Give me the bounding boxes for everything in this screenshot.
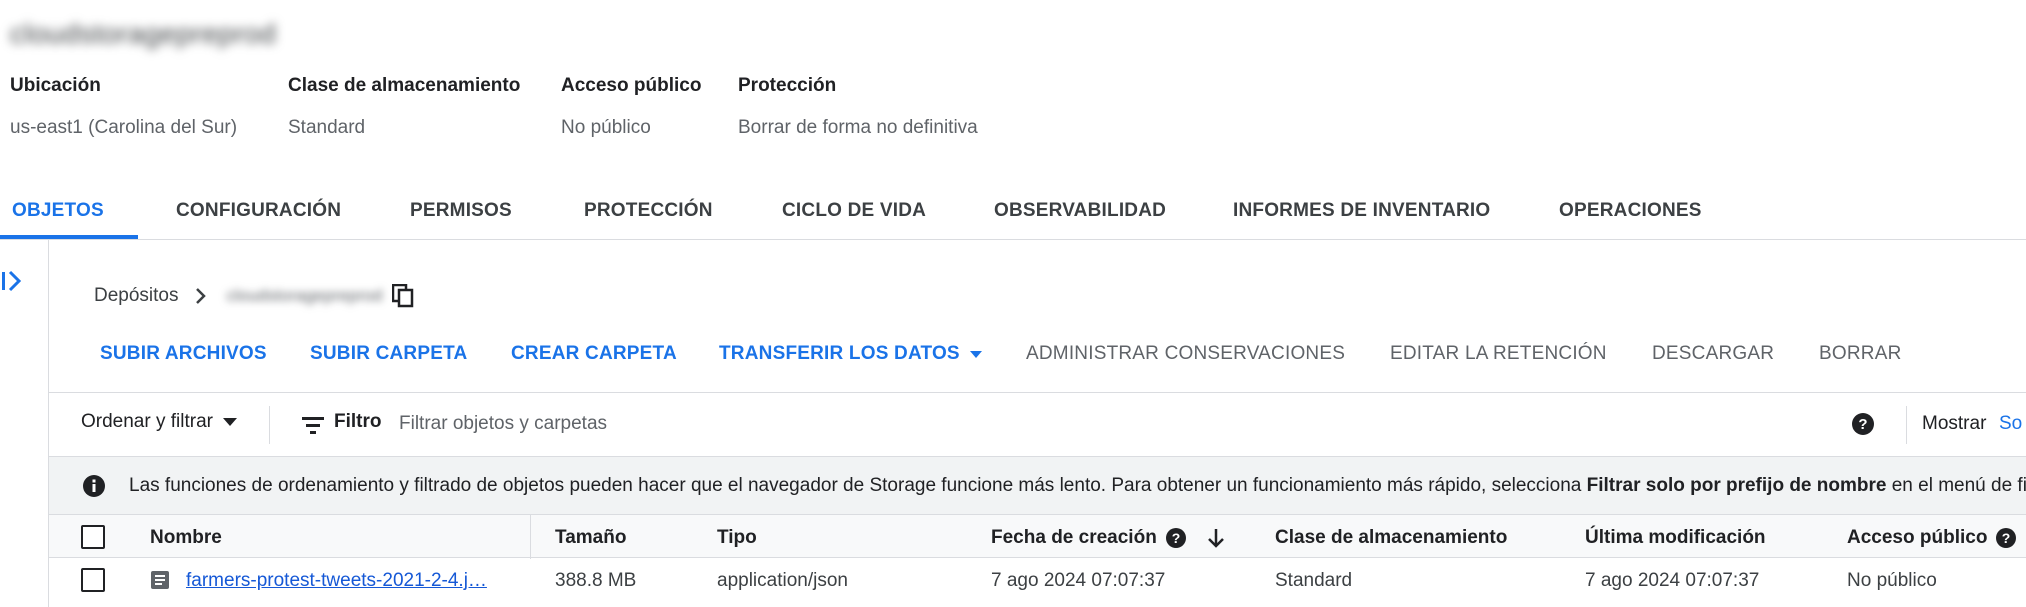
- table-header: Nombre Tamaño Tipo Fecha de creación ? C…: [49, 514, 2026, 559]
- info-banner: Las funciones de ordenamiento y filtrado…: [49, 456, 2026, 514]
- sort-filter-label: Ordenar y filtrar: [81, 411, 213, 432]
- meta-value: us-east1 (Carolina del Sur): [10, 117, 238, 138]
- column-header-public-access[interactable]: Acceso público ?: [1847, 527, 2017, 549]
- object-public-access: No público: [1847, 570, 1937, 591]
- transfer-data-label: TRANSFERIR LOS DATOS: [719, 343, 960, 364]
- meta-storage-class: Clase de almacenamiento Standard: [288, 75, 520, 139]
- column-label: Tipo: [717, 527, 757, 548]
- filter-icon[interactable]: [301, 415, 325, 435]
- column-header-modified[interactable]: Última modificación: [1585, 527, 1766, 549]
- delete-button[interactable]: BORRAR: [1819, 343, 1902, 365]
- upload-files-button[interactable]: SUBIR ARCHIVOS: [100, 343, 267, 365]
- meta-value: Borrar de forma no definitiva: [738, 117, 978, 138]
- show-label: Mostrar: [1922, 413, 1987, 434]
- column-resize-handle[interactable]: [530, 515, 531, 559]
- create-folder-label: CREAR CARPETA: [511, 343, 677, 364]
- bucket-title: cloudstoragepreprod: [10, 18, 277, 49]
- chevron-right-icon: [195, 288, 206, 304]
- object-created: 7 ago 2024 07:07:37: [991, 570, 1166, 591]
- column-header-size[interactable]: Tamaño: [555, 527, 626, 549]
- column-header-type[interactable]: Tipo: [717, 527, 757, 549]
- help-icon[interactable]: ?: [1165, 527, 1187, 549]
- column-label: Acceso público: [1847, 527, 1988, 548]
- table-row: farmers-protest-tweets-2021-2-4.j… 388.8…: [49, 558, 2026, 602]
- file-icon: [151, 571, 169, 589]
- select-all-checkbox[interactable]: [81, 525, 105, 549]
- edit-retention-button[interactable]: EDITAR LA RETENCIÓN: [1390, 343, 1607, 365]
- meta-label: Clase de almacenamiento: [288, 75, 521, 96]
- breadcrumb: Depósitos cloudstoragepreprod: [94, 284, 414, 308]
- column-header-name[interactable]: Nombre: [150, 527, 222, 549]
- svg-text:?: ?: [2002, 530, 2011, 546]
- divider: [1906, 406, 1907, 444]
- expand-panel-icon[interactable]: [0, 268, 26, 294]
- row-checkbox[interactable]: [81, 568, 105, 592]
- manage-holds-label: ADMINISTRAR CONSERVACIONES: [1026, 343, 1346, 364]
- meta-label: Acceso público: [561, 75, 702, 96]
- transfer-data-button[interactable]: TRANSFERIR LOS DATOS: [719, 343, 982, 365]
- object-storage-class: Standard: [1275, 570, 1353, 591]
- manage-holds-button[interactable]: ADMINISTRAR CONSERVACIONES: [1026, 343, 1345, 365]
- edit-retention-label: EDITAR LA RETENCIÓN: [1390, 343, 1607, 364]
- column-header-storage-class[interactable]: Clase de almacenamiento: [1275, 527, 1507, 549]
- info-banner-text: Las funciones de ordenamiento y filtrado…: [129, 475, 2026, 497]
- column-header-created[interactable]: Fecha de creación ?: [991, 527, 1227, 549]
- meta-value: Standard: [288, 117, 366, 138]
- tab-operations[interactable]: OPERACIONES: [1559, 185, 1702, 240]
- tab-permissions[interactable]: PERMISOS: [410, 185, 512, 240]
- meta-location: Ubicación us-east1 (Carolina del Sur): [10, 75, 237, 139]
- divider: [269, 406, 270, 444]
- delete-label: BORRAR: [1819, 343, 1902, 364]
- info-icon: [83, 475, 105, 497]
- svg-text:?: ?: [1172, 530, 1181, 546]
- svg-text:?: ?: [1858, 416, 1867, 433]
- tab-inventory-reports[interactable]: INFORMES DE INVENTARIO: [1233, 185, 1490, 240]
- info-text-emphasis: Filtrar solo por prefijo de nombre: [1586, 475, 1887, 496]
- download-label: DESCARGAR: [1652, 343, 1775, 364]
- tab-configuration[interactable]: CONFIGURACIÓN: [176, 185, 341, 240]
- help-icon[interactable]: ?: [1995, 527, 2017, 549]
- show-option-link[interactable]: So: [1999, 413, 2022, 435]
- breadcrumb-current: cloudstoragepreprod: [226, 286, 383, 305]
- sort-filter-dropdown[interactable]: Ordenar y filtrar: [81, 411, 237, 433]
- dropdown-caret-icon: [969, 350, 982, 358]
- info-text-part: Las funciones de ordenamiento y filtrado…: [129, 475, 1587, 496]
- object-modified: 7 ago 2024 07:07:37: [1585, 570, 1760, 591]
- filter-bar: Ordenar y filtrar Filtro ? Mostrar So: [49, 392, 2026, 455]
- tab-objects[interactable]: OBJETOS: [12, 185, 104, 240]
- copy-icon[interactable]: [392, 284, 414, 308]
- tab-observability[interactable]: OBSERVABILIDAD: [994, 185, 1166, 240]
- filter-input[interactable]: [399, 403, 1399, 445]
- column-label: Clase de almacenamiento: [1275, 527, 1508, 548]
- active-tab-indicator: [0, 235, 138, 239]
- tab-bar: OBJETOS CONFIGURACIÓN PERMISOS PROTECCIÓ…: [0, 185, 2026, 240]
- column-label: Última modificación: [1585, 527, 1766, 548]
- tab-protection[interactable]: PROTECCIÓN: [584, 185, 713, 240]
- download-button[interactable]: DESCARGAR: [1652, 343, 1774, 365]
- meta-public-access: Acceso público No público: [561, 75, 701, 139]
- tab-lifecycle[interactable]: CICLO DE VIDA: [782, 185, 926, 240]
- help-icon[interactable]: ?: [1851, 412, 1875, 436]
- column-label: Nombre: [150, 527, 222, 548]
- object-type: application/json: [717, 570, 848, 591]
- object-name-link[interactable]: farmers-protest-tweets-2021-2-4.j…: [186, 570, 487, 592]
- breadcrumb-root[interactable]: Depósitos: [94, 285, 179, 307]
- upload-folder-label: SUBIR CARPETA: [310, 343, 468, 364]
- meta-label: Ubicación: [10, 75, 101, 96]
- object-size: 388.8 MB: [555, 570, 637, 591]
- meta-label: Protección: [738, 75, 837, 96]
- create-folder-button[interactable]: CREAR CARPETA: [511, 343, 677, 365]
- column-label: Tamaño: [555, 527, 627, 548]
- sort-arrow-down-icon[interactable]: [1205, 527, 1227, 549]
- meta-value: No público: [561, 117, 651, 138]
- column-label: Fecha de creación: [991, 527, 1157, 548]
- upload-files-label: SUBIR ARCHIVOS: [100, 343, 267, 364]
- info-text-part: en el menú de filtrado.: [1891, 475, 2026, 496]
- filter-label: Filtro: [334, 411, 382, 432]
- meta-protection: Protección Borrar de forma no definitiva: [738, 75, 978, 139]
- dropdown-caret-icon: [222, 418, 237, 426]
- upload-folder-button[interactable]: SUBIR CARPETA: [310, 343, 467, 365]
